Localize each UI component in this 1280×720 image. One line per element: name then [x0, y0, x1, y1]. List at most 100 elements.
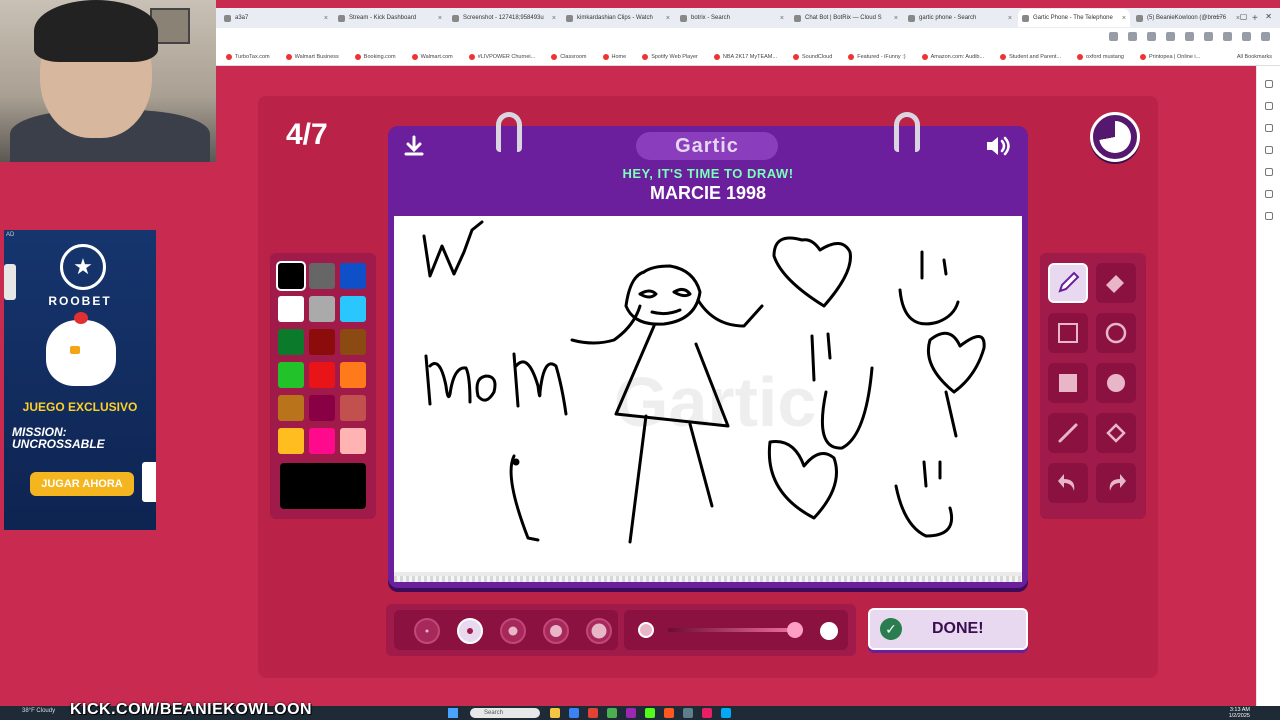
bookmark-item[interactable]: Printopea | Online i...	[1139, 53, 1200, 60]
fill-bucket-icon[interactable]	[1096, 413, 1136, 453]
color-swatch[interactable]	[309, 395, 335, 421]
opacity-thumb[interactable]	[787, 622, 803, 638]
color-swatch[interactable]	[278, 395, 304, 421]
profile-icon[interactable]	[1242, 32, 1251, 41]
tab-close-icon[interactable]: ×	[324, 15, 328, 22]
weather-widget[interactable]: 38°F Cloudy	[22, 708, 55, 714]
all-bookmarks-link[interactable]: All Bookmarks	[1237, 54, 1272, 60]
circle-outline-icon[interactable]	[1096, 313, 1136, 353]
brush-size-option[interactable]	[414, 618, 440, 644]
color-swatch[interactable]	[340, 263, 366, 289]
side-panel-icon[interactable]	[1264, 124, 1273, 132]
app-icon[interactable]	[702, 708, 712, 718]
color-swatch[interactable]	[278, 296, 304, 322]
maximize-icon[interactable]: ▢	[1240, 12, 1248, 21]
browser-tab[interactable]: Gartic Phone - The Telephone ×	[1018, 9, 1130, 27]
redo-icon[interactable]	[1096, 463, 1136, 503]
taskbar-clock[interactable]: 3:13 AM 1/2/2025	[1229, 707, 1250, 719]
tab-close-icon[interactable]: ×	[552, 15, 556, 22]
color-swatch[interactable]	[309, 329, 335, 355]
side-panel-icon[interactable]	[1264, 80, 1273, 88]
menu-icon[interactable]	[1261, 32, 1270, 41]
app-icon[interactable]	[664, 708, 674, 718]
bookmark-item[interactable]: SoundCloud	[792, 53, 832, 60]
sound-icon[interactable]	[984, 134, 1012, 158]
bookmark-item[interactable]: Spotify Web Player	[642, 53, 698, 60]
bookmark-item[interactable]: Student and Parent...	[1000, 53, 1061, 60]
minimize-icon[interactable]: —	[1214, 12, 1222, 21]
bookmark-item[interactable]: oxford mustang	[1077, 53, 1124, 60]
rectangle-outline-icon[interactable]	[1048, 313, 1088, 353]
tab-close-icon[interactable]: ×	[438, 15, 442, 22]
tab-close-icon[interactable]: ×	[780, 15, 784, 22]
side-panel-icon[interactable]	[1264, 212, 1273, 220]
bookmark-item[interactable]: #LIVPOWER Churnei...	[468, 53, 535, 60]
drawing-canvas[interactable]: Gartic	[394, 216, 1022, 582]
color-swatch[interactable]	[340, 395, 366, 421]
tab-close-icon[interactable]: ×	[1122, 15, 1126, 22]
side-panel-icon[interactable]	[1264, 146, 1273, 154]
bookmark-item[interactable]: Classroom	[551, 53, 587, 60]
side-panel-icon[interactable]	[1264, 190, 1273, 198]
rectangle-filled-icon[interactable]	[1048, 363, 1088, 403]
app-icon[interactable]	[607, 708, 617, 718]
browser-tab[interactable]: Chat Bot | BotRix — Cloud S ×	[790, 9, 902, 27]
color-swatch[interactable]	[340, 362, 366, 388]
app-icon[interactable]	[626, 708, 636, 718]
puzzle-icon[interactable]	[1185, 32, 1194, 41]
close-icon[interactable]: ✕	[1265, 12, 1272, 21]
opacity-track[interactable]	[668, 628, 788, 632]
pen-icon[interactable]	[1048, 263, 1088, 303]
side-panel-icon[interactable]	[1264, 168, 1273, 176]
edge-icon[interactable]	[569, 708, 579, 718]
app-icon[interactable]	[683, 708, 693, 718]
bookmark-item[interactable]: TurboTax.com	[226, 53, 270, 60]
color-swatch[interactable]	[340, 329, 366, 355]
address-bar[interactable]	[216, 28, 1280, 48]
color-swatch[interactable]	[276, 261, 306, 291]
opacity-slider[interactable]	[624, 610, 848, 650]
color-swatch[interactable]	[309, 296, 335, 322]
tab-close-icon[interactable]: ×	[1008, 15, 1012, 22]
circle-filled-icon[interactable]	[1096, 363, 1136, 403]
bookmark-item[interactable]: Walmart.com	[411, 53, 453, 60]
bookmark-item[interactable]: Booking.com	[354, 53, 396, 60]
extension-icon[interactable]	[1166, 32, 1175, 41]
brush-size-option[interactable]	[457, 618, 483, 644]
sidebar-icon[interactable]	[1223, 32, 1232, 41]
star-icon[interactable]	[1109, 32, 1118, 41]
bookmark-item[interactable]: Amazon.com: Audib...	[921, 53, 984, 60]
side-panel-icon[interactable]	[1264, 102, 1273, 110]
ad-cta-button[interactable]: JUGAR AHORA	[30, 472, 134, 496]
bookmark-item[interactable]: Featured - iFunny :)	[848, 53, 906, 60]
color-swatch[interactable]	[278, 329, 304, 355]
browser-tab[interactable]: a3a7 ×	[220, 9, 332, 27]
color-swatch[interactable]	[309, 263, 335, 289]
taskbar-search[interactable]: Search	[470, 708, 540, 718]
color-swatch[interactable]	[309, 362, 335, 388]
browser-tab[interactable]: Stream - Kick Dashboard ×	[334, 9, 446, 27]
bookmark-item[interactable]: Walmart Business	[285, 53, 339, 60]
brush-size-option[interactable]	[543, 618, 569, 644]
undo-icon[interactable]	[1048, 463, 1088, 503]
bookmark-item[interactable]: NBA 2K17 MyTEAM...	[713, 53, 777, 60]
app-icon[interactable]	[721, 708, 731, 718]
brush-size-option[interactable]	[586, 618, 612, 644]
browser-tab[interactable]: kimkardashian Clips - Watch ×	[562, 9, 674, 27]
eraser-icon[interactable]	[1096, 263, 1136, 303]
windows-start-icon[interactable]	[448, 708, 458, 718]
color-swatch[interactable]	[278, 362, 304, 388]
bookmark-item[interactable]: Home	[602, 53, 626, 60]
extension-icon[interactable]	[1147, 32, 1156, 41]
line-icon[interactable]	[1048, 413, 1088, 453]
app-icon[interactable]	[645, 708, 655, 718]
browser-tab[interactable]: Screenshot - 127418;958493u ×	[448, 9, 560, 27]
tab-close-icon[interactable]: ×	[894, 15, 898, 22]
advertisement[interactable]: AD ★ ROOBET JUEGO EXCLUSIVO MISSION: UNC…	[4, 230, 156, 530]
browser-tab[interactable]: gartic phone - Search ×	[904, 9, 1016, 27]
brush-size-option[interactable]	[500, 618, 526, 644]
chrome-icon[interactable]	[588, 708, 598, 718]
done-button[interactable]: ✓ DONE!	[868, 608, 1028, 650]
color-swatch[interactable]	[309, 428, 335, 454]
browser-tab[interactable]: botrix - Search ×	[676, 9, 788, 27]
